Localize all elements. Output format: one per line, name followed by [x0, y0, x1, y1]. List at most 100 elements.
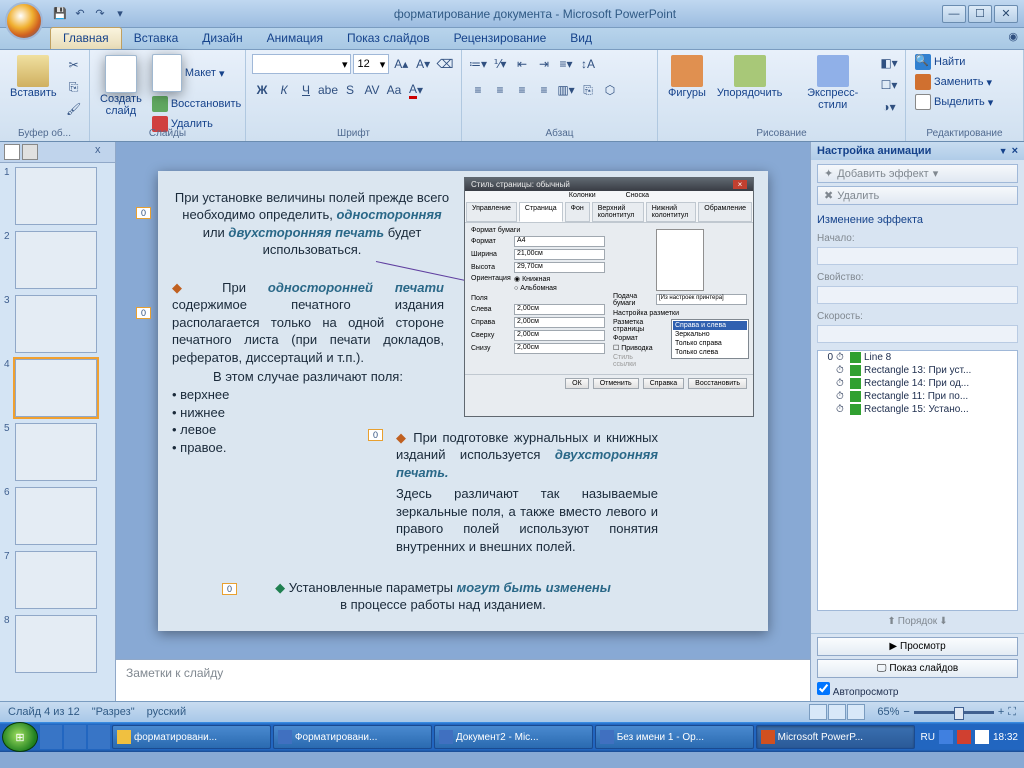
shape-outline-icon[interactable]: ☐▾	[879, 75, 899, 95]
case-icon[interactable]: Aa	[384, 80, 404, 100]
anim-tag[interactable]: 0	[136, 307, 151, 319]
delete-effect-button[interactable]: ✖Удалить	[817, 186, 1018, 205]
arrange-button[interactable]: Упорядочить	[713, 53, 786, 101]
anim-tag[interactable]: 0	[136, 207, 151, 219]
taskbar-item[interactable]: Документ2 - Mic...	[434, 725, 593, 749]
shapes-button[interactable]: Фигуры	[664, 53, 710, 101]
align-justify-icon[interactable]: ≡	[534, 80, 554, 100]
cut-icon[interactable]: ✂	[64, 55, 84, 75]
font-color-icon[interactable]: A▾	[406, 80, 426, 100]
strike-icon[interactable]: abe	[318, 80, 338, 100]
move-up-icon[interactable]: ⬆	[887, 616, 895, 627]
paste-button[interactable]: Вставить	[6, 53, 61, 101]
underline-icon[interactable]: Ч	[296, 80, 316, 100]
qat-undo-icon[interactable]: ↶	[72, 6, 88, 22]
autopreview-checkbox[interactable]	[817, 682, 830, 695]
view-slideshow-icon[interactable]	[847, 704, 865, 720]
qat-save-icon[interactable]: 💾	[52, 6, 68, 22]
new-slide-button[interactable]: Создать слайд	[96, 53, 146, 119]
zoom-fit-icon[interactable]: ⛶	[1008, 706, 1016, 719]
slideshow-button[interactable]: 🖵 Показ слайдов	[817, 659, 1018, 678]
move-down-icon[interactable]: ⬇	[939, 616, 947, 627]
add-effect-button[interactable]: ✦Добавить эффект ▾	[817, 164, 1018, 183]
slide-text-block[interactable]: При установке величины полей прежде всег…	[172, 189, 452, 259]
ql-player-icon[interactable]	[64, 725, 86, 749]
slide-thumbnail[interactable]	[15, 615, 97, 673]
notes-pane[interactable]: Заметки к слайду	[116, 659, 810, 701]
anim-list-item[interactable]: 0⏱Line 8	[818, 351, 1017, 364]
increase-font-icon[interactable]: A▴	[391, 54, 411, 74]
slide-canvas[interactable]: 0 0 0 0 При установке величины полей пре…	[158, 171, 768, 631]
zoom-slider[interactable]	[914, 711, 994, 714]
start-button[interactable]: ⊞	[2, 722, 38, 752]
slide-thumbnail[interactable]	[15, 231, 97, 289]
zoom-in-icon[interactable]: +	[998, 706, 1004, 718]
line-spacing-icon[interactable]: ≡▾	[556, 54, 576, 74]
clock[interactable]: 18:32	[993, 732, 1018, 743]
indent-dec-icon[interactable]: ⇤	[512, 54, 532, 74]
taskbar-item[interactable]: Без имени 1 - Op...	[595, 725, 754, 749]
font-name-combo[interactable]: ▾	[252, 54, 351, 74]
format-painter-icon[interactable]: 🖌	[64, 99, 84, 119]
text-direction-icon[interactable]: ↕A	[578, 54, 598, 74]
tab-review[interactable]: Рецензирование	[442, 28, 559, 49]
tab-design[interactable]: Дизайн	[190, 28, 254, 49]
anim-list-item[interactable]: ⏱Rectangle 13: При уст...	[818, 364, 1017, 377]
smartart-icon[interactable]: ⬡	[600, 80, 620, 100]
zoom-level[interactable]: 65%	[877, 706, 899, 718]
language-indicator[interactable]: русский	[147, 706, 186, 718]
bold-icon[interactable]: Ж	[252, 80, 272, 100]
property-select[interactable]	[817, 286, 1018, 304]
taskbar-item[interactable]: Microsoft PowerP...	[756, 725, 915, 749]
copy-icon[interactable]: ⎘	[64, 77, 84, 97]
qat-redo-icon[interactable]: ↷	[92, 6, 108, 22]
speed-select[interactable]	[817, 325, 1018, 343]
anim-effects-list[interactable]: 0⏱Line 8⏱Rectangle 13: При уст... ⏱Rectan…	[817, 350, 1018, 611]
lang-indicator[interactable]: RU	[921, 732, 935, 743]
align-right-icon[interactable]: ≡	[512, 80, 532, 100]
replace-button[interactable]: Заменить ▾	[912, 73, 1017, 91]
maximize-button[interactable]: ☐	[968, 5, 992, 23]
align-left-icon[interactable]: ≡	[468, 80, 488, 100]
slide-thumbnail[interactable]	[15, 551, 97, 609]
slide-thumbnail[interactable]	[15, 423, 97, 481]
align-text-icon[interactable]: ⎘	[578, 80, 598, 100]
reset-button[interactable]: Восстановить	[149, 95, 244, 113]
shape-effects-icon[interactable]: ◑▾	[879, 97, 899, 117]
select-button[interactable]: Выделить ▾	[912, 93, 1017, 111]
font-size-combo[interactable]: 12▾	[353, 54, 389, 74]
close-button[interactable]: ✕	[994, 5, 1018, 23]
taskbar-item[interactable]: Форматировани...	[273, 725, 432, 749]
slide-thumbnail[interactable]	[15, 295, 97, 353]
anim-pane-menu-icon[interactable]: ▼	[999, 146, 1008, 156]
shadow-icon[interactable]: S	[340, 80, 360, 100]
anim-list-item[interactable]: ⏱Rectangle 11: При по...	[818, 390, 1017, 403]
taskbar-item[interactable]: форматировани...	[112, 725, 271, 749]
tab-view[interactable]: Вид	[558, 28, 604, 49]
help-icon[interactable]: ◉	[1008, 30, 1018, 43]
slide-thumbnail[interactable]	[15, 167, 97, 225]
office-button[interactable]	[5, 2, 43, 40]
tab-slideshow[interactable]: Показ слайдов	[335, 28, 442, 49]
italic-icon[interactable]: К	[274, 80, 294, 100]
ql-ie-icon[interactable]	[40, 725, 62, 749]
tab-animation[interactable]: Анимация	[255, 28, 335, 49]
tab-insert[interactable]: Вставка	[122, 28, 191, 49]
view-sorter-icon[interactable]	[828, 704, 846, 720]
spacing-icon[interactable]: AV	[362, 80, 382, 100]
slide-thumbnail[interactable]	[15, 487, 97, 545]
tray-icon[interactable]	[957, 730, 971, 744]
start-select[interactable]	[817, 247, 1018, 265]
ql-desktop-icon[interactable]	[88, 725, 110, 749]
view-normal-icon[interactable]	[809, 704, 827, 720]
clear-format-icon[interactable]: ⌫	[435, 54, 455, 74]
slide-thumbnail[interactable]	[15, 359, 97, 417]
numbering-icon[interactable]: ⅟▾	[490, 54, 510, 74]
tray-icon[interactable]	[975, 730, 989, 744]
anim-list-item[interactable]: ⏱Rectangle 15: Устано...	[818, 403, 1017, 416]
layout-button[interactable]: Макет ▾	[149, 53, 244, 93]
tab-home[interactable]: Главная	[50, 27, 122, 49]
anim-tag[interactable]: 0	[368, 429, 383, 441]
columns-icon[interactable]: ▥▾	[556, 80, 576, 100]
quick-styles-button[interactable]: Экспресс-стили	[789, 53, 876, 113]
